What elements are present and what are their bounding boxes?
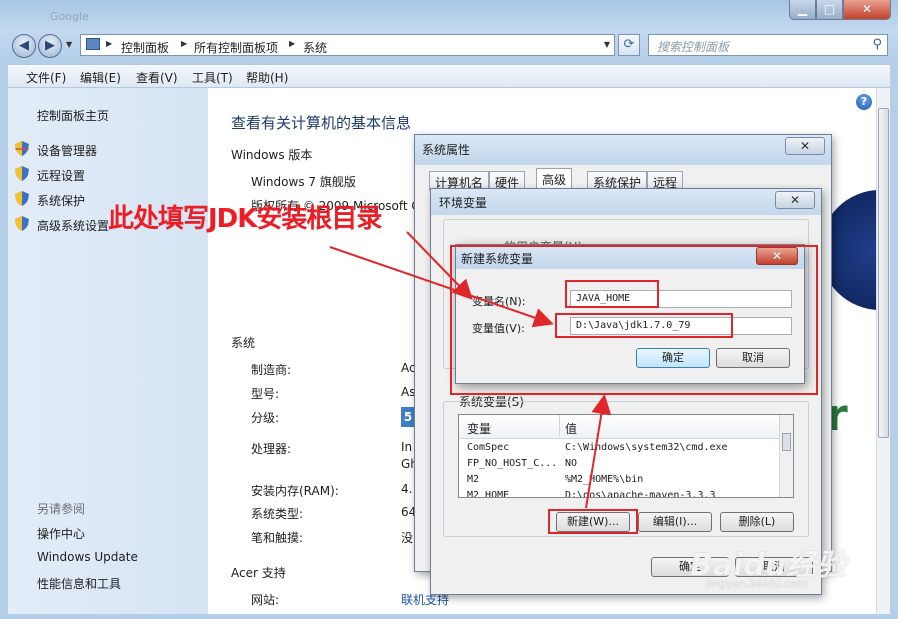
arrow-from-new-button: [585, 394, 612, 509]
baidu-watermark-url: jingyan.baidu.com: [706, 577, 808, 590]
annotation-arrows: [329, 231, 612, 509]
arrow-to-dialog: [406, 231, 473, 300]
arrow-to-value-field: [329, 246, 554, 328]
